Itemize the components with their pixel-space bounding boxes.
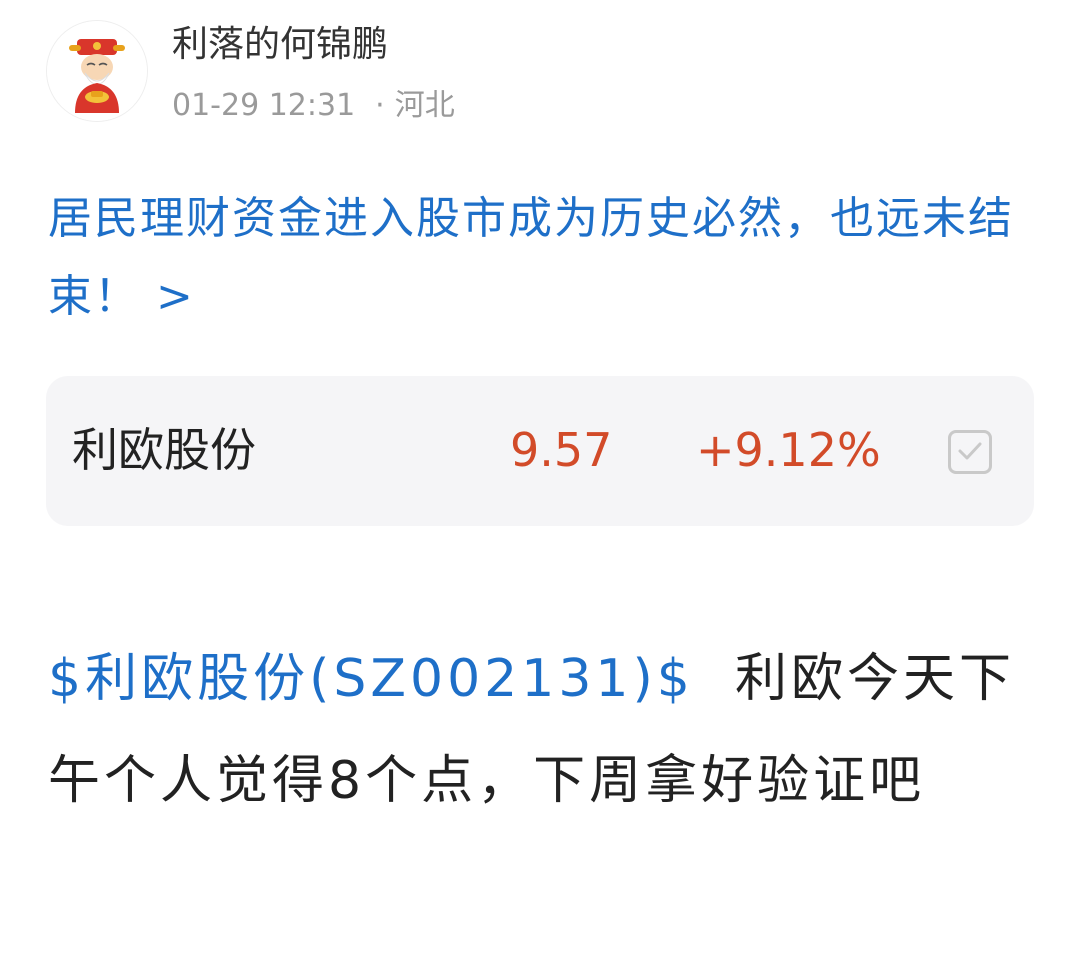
author-avatar[interactable] xyxy=(46,20,148,122)
stock-name: 利欧股份 xyxy=(72,423,256,477)
post-meta: 01-29 12:31 · 河北 xyxy=(172,84,455,128)
caishen-avatar-icon xyxy=(47,21,147,121)
meta-separator: · xyxy=(375,88,385,123)
stock-quote-card[interactable]: 利欧股份 9.57 +9.12% xyxy=(46,376,1034,526)
stock-price: 9.57 xyxy=(510,423,613,477)
post-body: $利欧股份(SZ002131)$ 利欧今天下午个人觉得8个点，下周拿好验证吧 xyxy=(48,628,1038,832)
stock-change-percent: +9.12% xyxy=(696,423,881,477)
post-time: 01-29 12:31 xyxy=(172,88,356,123)
add-to-watchlist-checkbox-icon[interactable] xyxy=(948,430,992,474)
stock-mention-link[interactable]: $利欧股份(SZ002131)$ xyxy=(48,649,694,709)
post-location: 河北 xyxy=(394,88,455,123)
author-name[interactable]: 利落的何锦鹏 xyxy=(172,20,388,70)
article-headline-link[interactable]: 居民理财资金进入股市成为历史必然，也远未结束！ > xyxy=(48,180,1038,336)
